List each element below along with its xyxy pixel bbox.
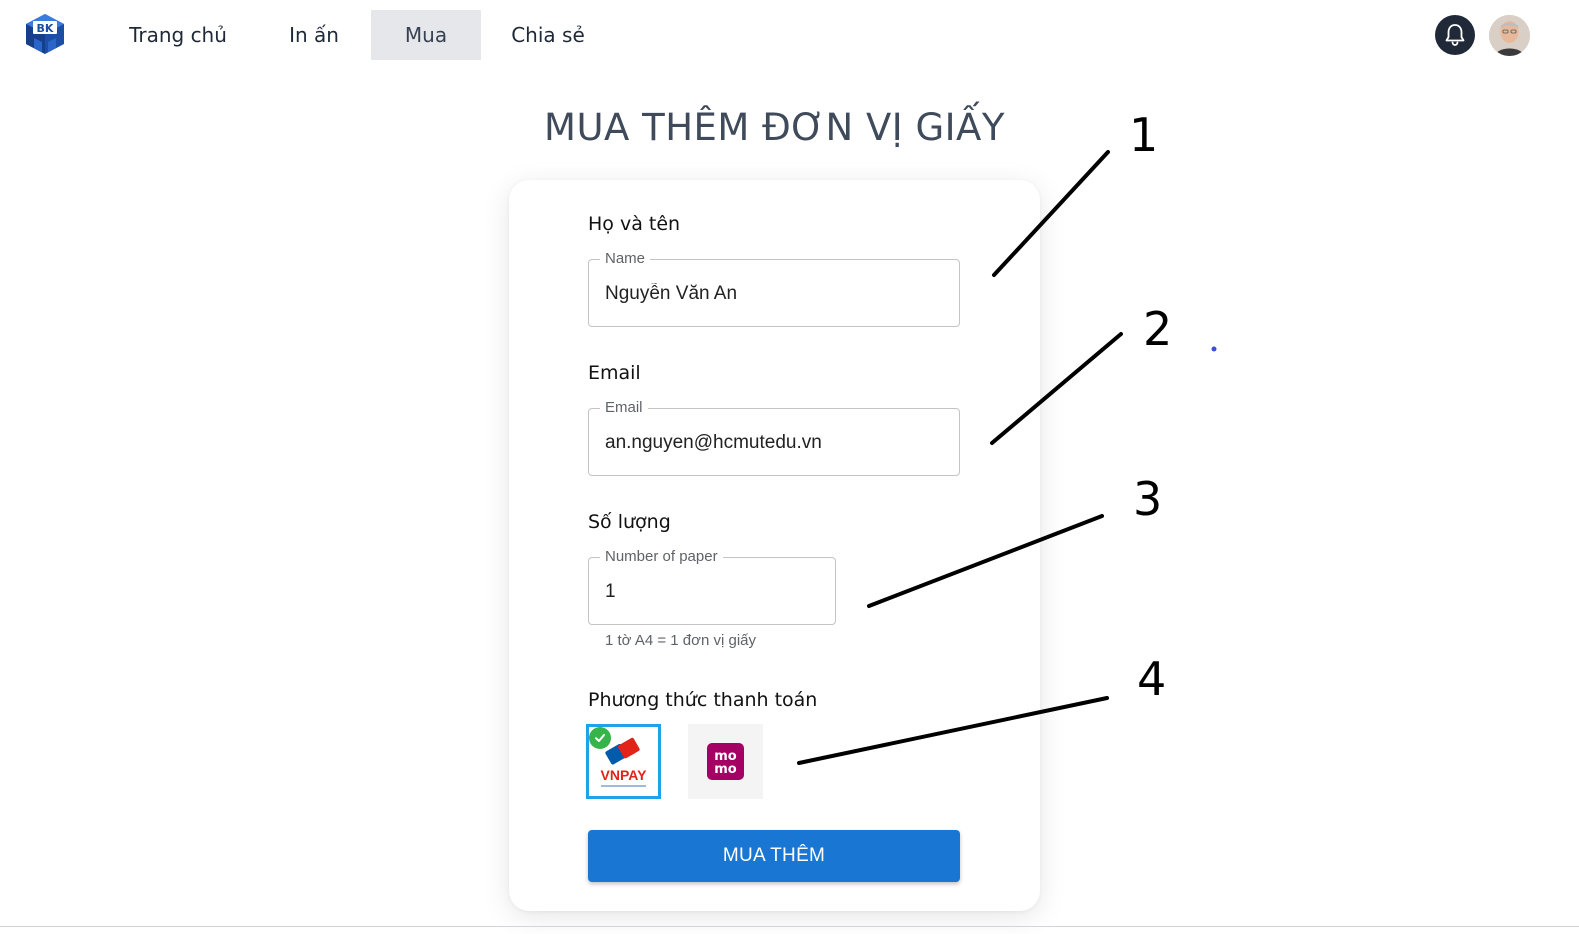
stray-dot bbox=[1211, 346, 1217, 352]
annotation-number-2: 2 bbox=[1143, 302, 1173, 356]
annotation-number-1: 1 bbox=[1129, 108, 1159, 162]
annotation-number-3: 3 bbox=[1133, 472, 1163, 526]
annotation-lines bbox=[797, 150, 1217, 765]
annotation-line-4 bbox=[797, 696, 1109, 765]
bottom-divider bbox=[0, 926, 1579, 927]
annotation-line-3 bbox=[867, 514, 1104, 608]
annotation-line-2 bbox=[990, 332, 1123, 445]
page: BK Trang chủ In ấn Mua Chia sẻ MUA THÊM … bbox=[0, 0, 1579, 934]
annotation-line-1 bbox=[992, 150, 1110, 277]
annotation-number-4: 4 bbox=[1137, 652, 1167, 706]
